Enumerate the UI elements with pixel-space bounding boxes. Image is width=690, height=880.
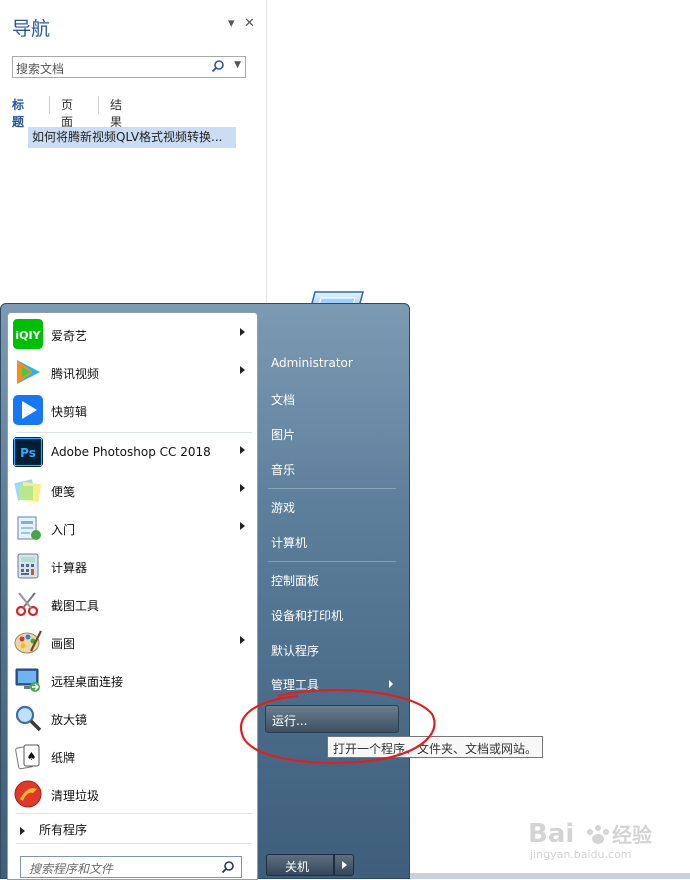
music-link[interactable]: 音乐 [271,461,295,478]
divider [16,813,252,814]
submenu-arrow-icon[interactable] [240,446,245,454]
user-folder-link[interactable]: Administrator [271,356,353,370]
program-solitaire[interactable]: ♠ 纸牌 [10,738,255,774]
kuaijianji-icon [13,395,43,425]
program-label: 爱奇艺 [51,329,88,343]
iqiyi-icon: iQIY [13,319,43,349]
program-label: 快剪辑 [51,405,88,419]
default-programs-link[interactable]: 默认程序 [271,642,319,659]
shutdown-button[interactable]: 关机 [266,854,334,876]
tab-pages[interactable]: 页面 [61,96,73,130]
submenu-arrow-icon[interactable] [389,680,393,688]
solitaire-icon: ♠ [15,744,40,770]
shutdown-label: 关机 [285,860,310,874]
program-label: 清理垃圾 [51,789,100,803]
tab-headings[interactable]: 标题 [12,96,24,130]
search-dropdown-icon[interactable]: ▼ [234,60,241,70]
svg-text:经验: 经验 [612,823,652,847]
tab-divider [49,96,50,114]
program-tencent-video[interactable]: 腾讯视频 [10,354,255,390]
expand-arrow-icon [20,826,25,835]
nav-title: 导航 [12,18,51,40]
program-calculator[interactable]: 计算器 [10,548,255,584]
program-label: 腾讯视频 [51,367,100,381]
magnifier-icon [15,705,42,732]
shutdown-options-button[interactable] [334,854,354,876]
baidu-watermark-logo: Bai 经验 jingyan.baidu.com [528,819,652,861]
program-label: 入门 [51,523,76,537]
svg-text:jingyan.baidu.com: jingyan.baidu.com [529,848,632,861]
submenu-arrow-icon[interactable] [240,484,245,492]
svg-text:♠: ♠ [27,750,37,763]
search-icon[interactable] [221,860,235,874]
submenu-arrow-icon[interactable] [240,328,245,336]
program-iqiyi[interactable]: iQIY 爱奇艺 [10,316,255,352]
nav-options-icon[interactable]: ▾ [228,16,235,31]
taskbar-edge [410,873,690,879]
program-snipping-tool[interactable]: 截图工具 [10,586,255,622]
program-paint[interactable]: 画图 [10,624,255,660]
program-label: Adobe Photoshop CC 2018 [51,445,211,459]
photoshop-icon: Ps [13,437,43,467]
computer-link[interactable]: 计算机 [271,534,307,551]
chevron-right-icon [342,861,347,869]
tab-results[interactable]: 结果 [110,96,122,130]
sticky-notes-icon [14,479,42,503]
program-label: 放大镜 [51,713,88,727]
program-label: 纸牌 [51,751,76,765]
tencent-video-icon [17,360,40,384]
search-placeholder: 搜索程序和文件 [29,862,114,876]
search-placeholder: 搜索文档 [16,62,65,76]
svg-text:Bai: Bai [528,819,574,849]
remote-desktop-icon [15,668,40,692]
divider [268,488,396,489]
documents-link[interactable]: 文档 [271,391,295,408]
program-photoshop[interactable]: Ps Adobe Photoshop CC 2018 [10,434,255,470]
program-cleanup[interactable]: 清理垃圾 [10,776,255,812]
svg-text:iQIY: iQIY [15,329,41,342]
svg-text:Ps: Ps [20,446,36,460]
all-programs-button[interactable]: 所有程序 [20,821,87,838]
program-label: 截图工具 [51,599,100,613]
submenu-arrow-icon[interactable] [240,636,245,644]
programs-list: iQIY 爱奇艺 腾讯视频 快剪辑 Ps Adobe Photoshop CC … [7,312,258,880]
program-kuaijianji[interactable]: 快剪辑 [10,392,255,428]
document-heading-item[interactable]: 如何将腾新视频QLV格式视频转换... [28,127,236,148]
cleanup-icon [14,780,42,808]
calculator-icon [17,553,39,579]
submenu-arrow-icon[interactable] [240,366,245,374]
search-icon[interactable] [211,59,225,73]
program-label: 远程桌面连接 [51,675,124,689]
program-sticky-notes[interactable]: 便笺 [10,472,255,508]
pictures-link[interactable]: 图片 [271,426,295,443]
submenu-arrow-icon[interactable] [240,522,245,530]
close-icon[interactable]: ✕ [244,16,255,31]
start-menu: iQIY 爱奇艺 腾讯视频 快剪辑 Ps Adobe Photoshop CC … [0,303,410,880]
all-programs-label: 所有程序 [39,823,88,837]
annotation-circle [239,688,436,765]
search-programs-input[interactable]: 搜索程序和文件 [20,856,242,878]
program-label: 画图 [51,637,76,651]
control-panel-link[interactable]: 控制面板 [271,572,319,589]
tab-divider [98,96,99,114]
program-getting-started[interactable]: 入门 [10,510,255,546]
divider [16,432,252,433]
program-magnifier[interactable]: 放大镜 [10,700,255,736]
search-documents-input[interactable]: 搜索文档 ▼ [12,56,246,78]
getting-started-icon [17,516,41,540]
divider [16,843,252,844]
program-label: 计算器 [51,561,88,575]
divider [268,561,396,562]
snipping-tool-icon [15,592,39,617]
devices-printers-link[interactable]: 设备和打印机 [271,607,343,624]
program-remote-desktop[interactable]: 远程桌面连接 [10,662,255,698]
program-label: 便笺 [51,485,76,499]
games-link[interactable]: 游戏 [271,499,295,516]
paint-icon [14,630,42,654]
